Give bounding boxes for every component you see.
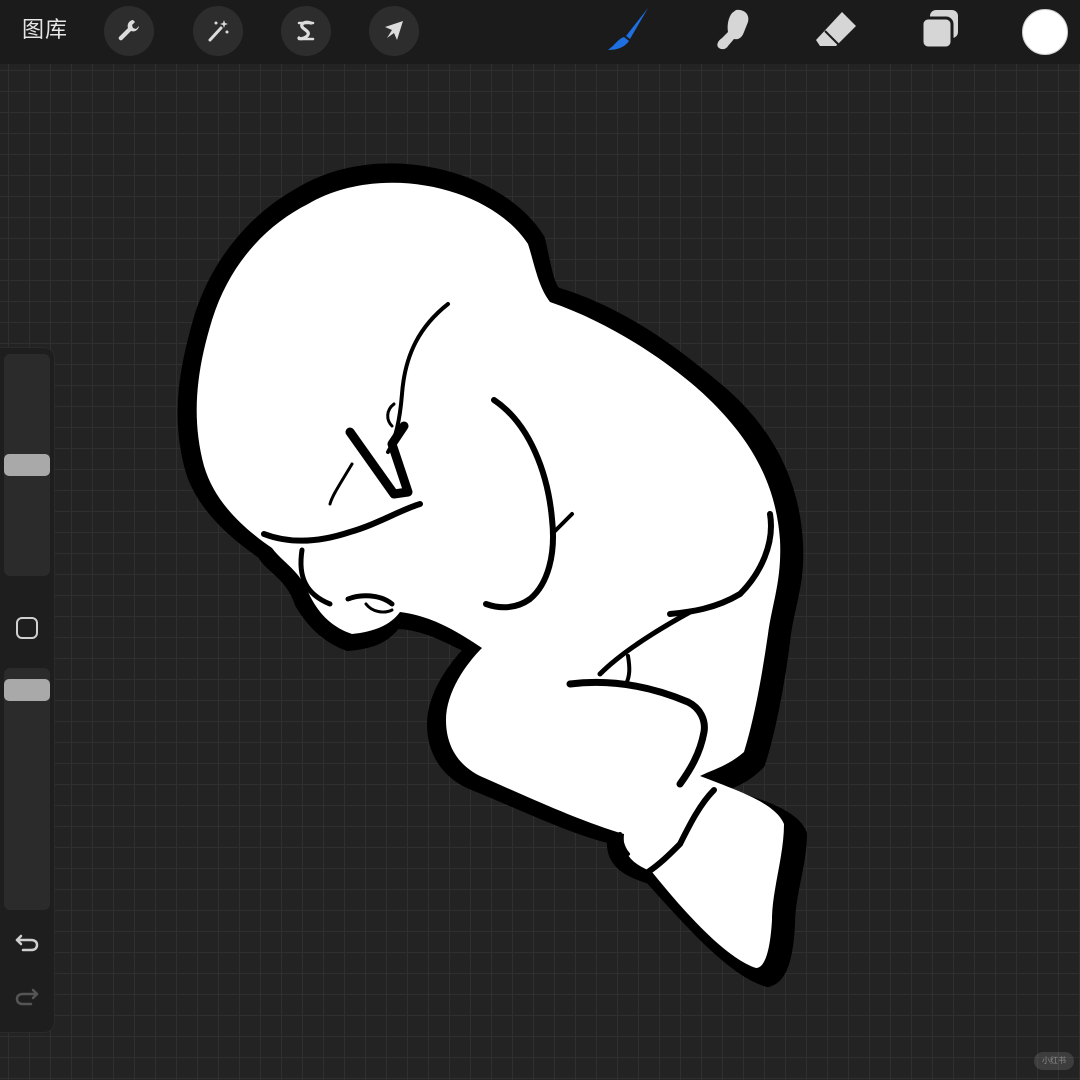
layers-tool[interactable]: [916, 8, 964, 56]
top-toolbar: 图库: [0, 0, 1080, 64]
left-sidebar: [0, 348, 54, 1032]
brush-tool[interactable]: [604, 8, 652, 56]
eraser-tool[interactable]: [812, 8, 860, 56]
sleeping-figure-drawing: [177, 163, 807, 987]
brush-size-thumb[interactable]: [4, 454, 50, 476]
undo-icon: [13, 928, 41, 960]
square-icon: [14, 615, 40, 645]
magic-wand-icon: [203, 16, 233, 46]
gallery-button[interactable]: 图库: [22, 16, 68, 46]
eraser-icon: [812, 6, 860, 58]
wrench-icon: [114, 16, 144, 46]
actions-button[interactable]: [104, 6, 154, 56]
brush-opacity-thumb[interactable]: [4, 679, 50, 701]
arrow-cursor-icon: [379, 16, 409, 46]
drawing-canvas[interactable]: [0, 64, 1080, 1080]
modify-button[interactable]: [0, 608, 54, 652]
layers-icon: [916, 6, 964, 58]
watermark: 小红书: [1034, 1052, 1074, 1070]
brush-icon: [604, 6, 652, 58]
brush-opacity-slider[interactable]: [4, 668, 50, 910]
redo-button[interactable]: [0, 976, 54, 1020]
redo-icon: [13, 982, 41, 1014]
selection-s-icon: [291, 16, 321, 46]
undo-button[interactable]: [0, 922, 54, 966]
transform-button[interactable]: [369, 6, 419, 56]
color-picker-button[interactable]: [1022, 9, 1068, 55]
smudge-tool[interactable]: [710, 8, 758, 56]
adjustments-button[interactable]: [193, 6, 243, 56]
smudge-finger-icon: [710, 6, 758, 58]
procreate-app: 图库 小红书: [0, 0, 1080, 1080]
selection-button[interactable]: [281, 6, 331, 56]
